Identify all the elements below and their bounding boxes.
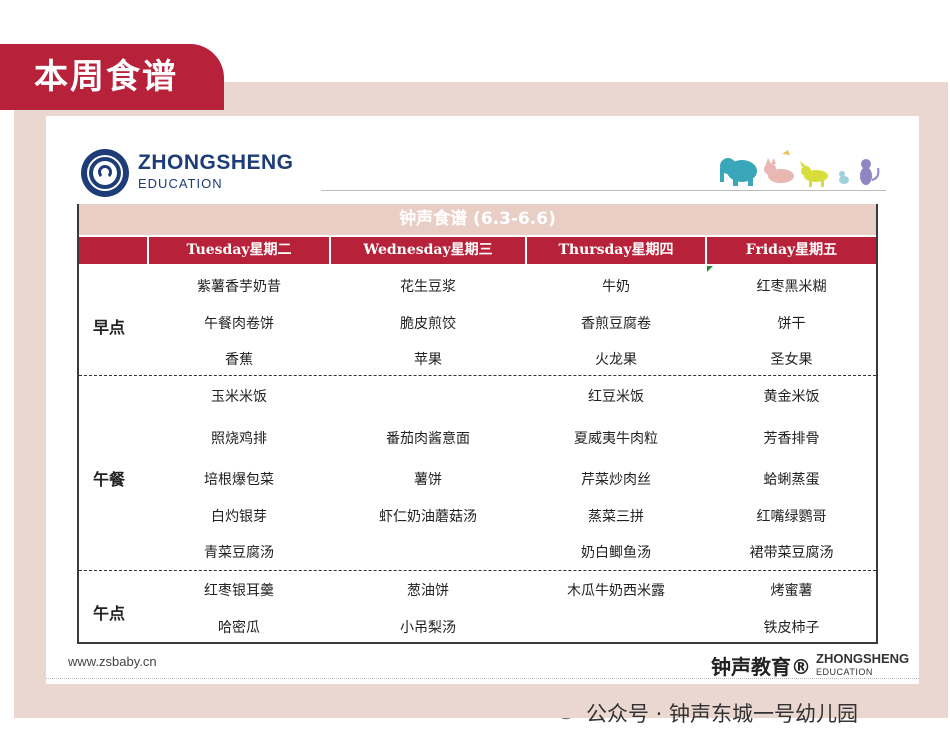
menu-item: 木瓜牛奶西米露	[567, 583, 665, 599]
school-logo-icon	[81, 149, 129, 197]
menu-item: 芳香排骨	[763, 431, 820, 447]
footer-divider	[46, 678, 919, 679]
menu-item: 黄金米饭	[763, 389, 820, 405]
menu-card: ZHONGSHENG EDUCATION 钟声食谱 (6.3-6.6) Tues…	[46, 116, 919, 684]
bird-icon	[782, 150, 790, 155]
menu-item: 虾仁奶油蘑菇汤	[379, 509, 477, 525]
day-header-thursday: Thursday星期四	[527, 237, 705, 264]
menu-item: 番茄肉酱意面	[386, 431, 470, 447]
footer-brand-cn: 钟声教育®	[711, 655, 811, 679]
cell-marker	[707, 266, 713, 272]
header-blank-cell	[79, 237, 147, 264]
menu-title: 钟声食谱 (6.3-6.6)	[79, 204, 876, 235]
menu-item: 芹菜炒肉丝	[581, 472, 651, 488]
menu-table: 钟声食谱 (6.3-6.6) Tuesday星期二 Wednesday星期三 T…	[77, 204, 878, 644]
menu-item: 紫薯香芋奶昔	[197, 279, 281, 295]
menu-item: 牛奶	[602, 279, 630, 295]
weekly-menu-tag: 本周食谱	[0, 44, 224, 110]
menu-item: 香蕉	[225, 352, 253, 368]
menu-item: 裙带菜豆腐汤	[749, 545, 834, 561]
menu-item: 青菜豆腐汤	[204, 545, 274, 561]
menu-item: 白灼银芽	[211, 509, 267, 525]
menu-item: 培根爆包菜	[204, 472, 274, 488]
menu-item: 烤蜜薯	[770, 583, 813, 599]
menu-item: 苹果	[414, 352, 442, 368]
website-url: www.zsbaby.cn	[68, 654, 157, 669]
menu-item: 香煎豆腐卷	[581, 316, 651, 332]
menu-item: 红嘴绿鹦哥	[756, 509, 827, 525]
menu-item: 薯饼	[414, 472, 442, 488]
menu-item: 火龙果	[595, 352, 637, 368]
menu-item: 饼干	[777, 316, 806, 332]
menu-item: 蛤蜊蒸蛋	[763, 472, 820, 488]
monkey-icon	[860, 159, 880, 185]
section-divider	[79, 570, 876, 571]
menu-item: 小吊梨汤	[400, 620, 456, 636]
menu-item: 午餐肉卷饼	[204, 316, 274, 332]
day-header-tuesday: Tuesday星期二	[149, 237, 329, 264]
menu-item: 脆皮煎饺	[400, 316, 456, 332]
meal-label-lunch: 午餐	[93, 470, 126, 489]
meal-label-breakfast: 早点	[93, 318, 126, 337]
meal-label-snack: 午点	[93, 604, 126, 623]
section-divider	[79, 375, 876, 376]
brand-name: ZHONGSHENG	[138, 151, 294, 174]
menu-item: 圣女果	[770, 352, 813, 368]
menu-item: 玉米米饭	[211, 389, 267, 405]
footer-brand-en-sub: EDUCATION	[816, 667, 873, 677]
menu-item: 铁皮柿子	[763, 620, 820, 636]
menu-item: 红枣黑米糊	[756, 279, 827, 295]
menu-item: 照烧鸡排	[211, 431, 267, 447]
animals-decoration-icon	[720, 150, 880, 187]
menu-item: 葱油饼	[407, 583, 449, 599]
footer-brand-en: ZHONGSHENG	[816, 651, 910, 666]
elephant-icon	[720, 158, 757, 186]
menu-item: 花生豆浆	[400, 279, 456, 295]
menu-item: 蒸菜三拼	[588, 509, 644, 525]
day-header-friday: Friday星期五	[707, 237, 876, 264]
official-account-name: 公众号 · 钟声东城一号幼儿园	[586, 702, 859, 726]
menu-item: 哈密瓜	[218, 620, 260, 636]
small-bird-icon	[839, 171, 849, 184]
dog-icon	[800, 161, 828, 187]
menu-item: 夏威夷牛肉粒	[574, 431, 658, 447]
brand-subtitle: EDUCATION	[138, 176, 223, 191]
day-header-wednesday: Wednesday星期三	[331, 237, 525, 264]
menu-item: 红枣银耳羹	[204, 583, 274, 599]
header-divider	[321, 190, 886, 191]
menu-item: 红豆米饭	[588, 389, 644, 405]
cat-icon	[764, 158, 794, 183]
menu-item: 奶白鲫鱼汤	[581, 545, 651, 561]
